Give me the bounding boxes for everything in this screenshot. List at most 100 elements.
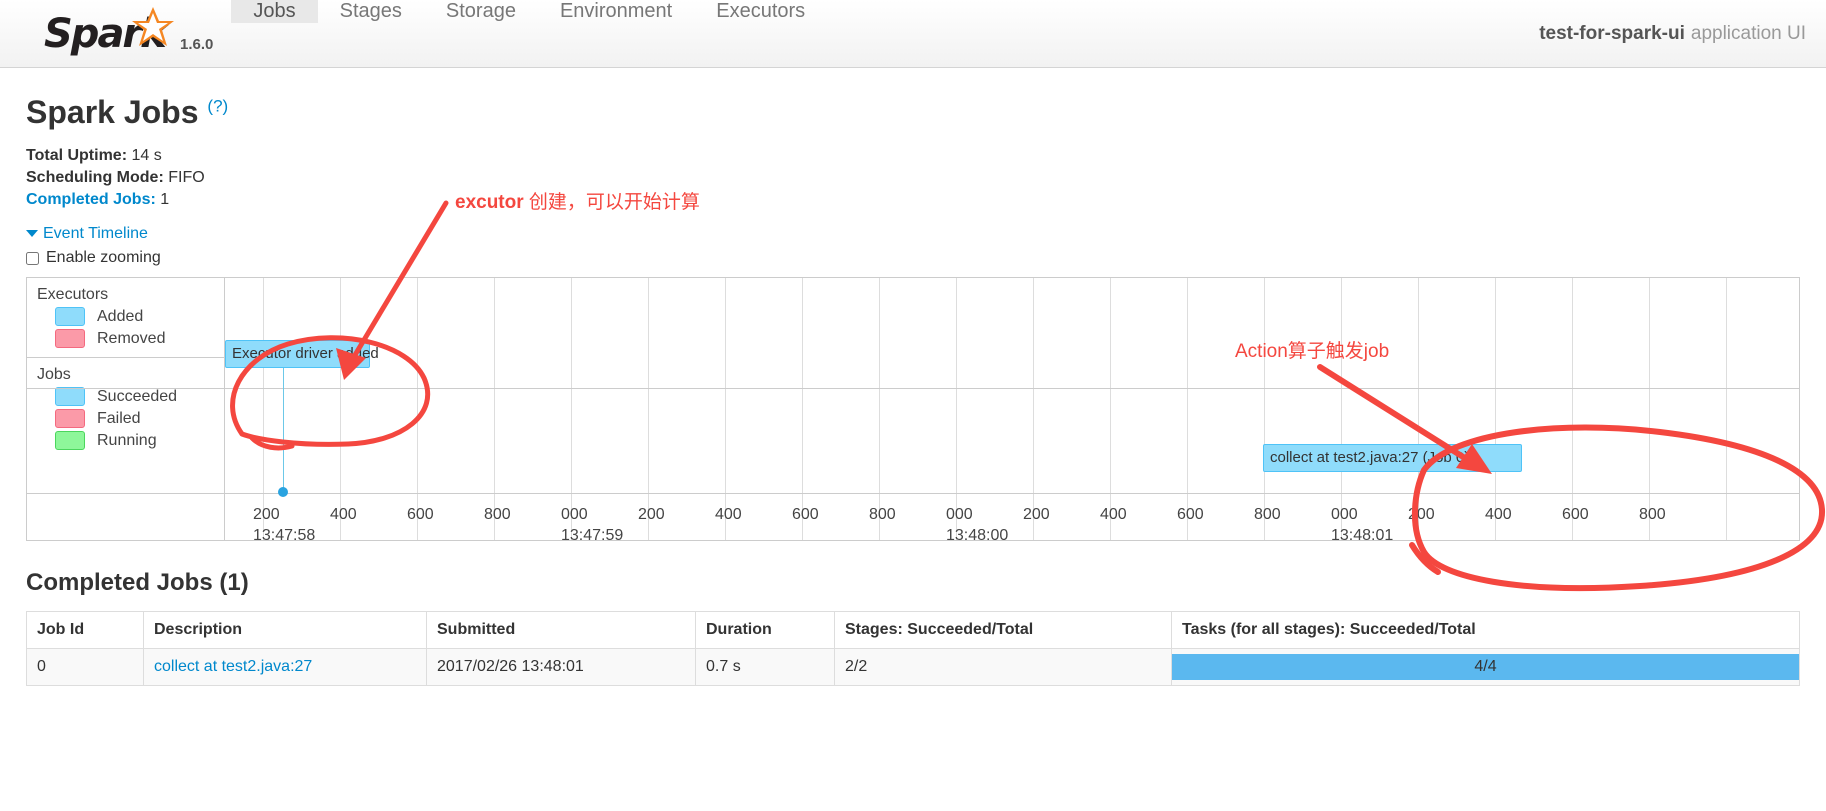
executor-event-stem	[283, 358, 284, 491]
page-title: Spark Jobs (?)	[26, 94, 1800, 131]
legend-item-succeeded: Succeeded	[55, 387, 224, 406]
spark-ui-page: Spark 1.6.0 Jobs Stages Storage Environm…	[0, 0, 1826, 811]
legend-item-added: Added	[55, 307, 224, 326]
legend-swatch-succeeded-icon	[55, 387, 85, 406]
timeline-tick-ms: 600	[792, 506, 819, 523]
timeline-tick: 600	[1177, 506, 1204, 524]
nav-tab-environment[interactable]: Environment	[538, 0, 694, 23]
event-timeline-toggle-label: Event Timeline	[43, 225, 148, 242]
nav-tab-executors[interactable]: Executors	[694, 0, 827, 23]
annotation-left-note-rest: 创建，可以开始计算	[523, 192, 700, 213]
timeline-tick: 200	[1408, 506, 1435, 524]
scheduling-mode-value: FIFO	[168, 169, 205, 186]
column-header-description[interactable]: Description	[143, 611, 427, 649]
spark-star-icon	[130, 5, 176, 54]
spark-logo-link[interactable]: Spark 1.6.0	[0, 0, 231, 67]
timeline-tick-ms: 200	[1408, 506, 1435, 523]
app-name-label: test-for-spark-ui application UI	[1539, 0, 1826, 67]
timeline-tick-ms: 200	[638, 506, 665, 523]
column-header-tasks[interactable]: Tasks (for all stages): Succeeded/Total	[1171, 611, 1800, 649]
timeline-tick-ms: 800	[484, 506, 511, 523]
timeline-tick-ms: 400	[1485, 506, 1512, 523]
cell-description: collect at test2.java:27	[143, 648, 427, 686]
legend-label-running: Running	[97, 431, 157, 449]
timeline-tick: 800	[484, 506, 511, 524]
total-uptime-value: 14 s	[131, 147, 162, 164]
completed-jobs-value: 1	[160, 191, 170, 208]
timeline-tick-ms: 800	[1639, 506, 1666, 523]
timeline-tick-ms: 400	[1100, 506, 1127, 523]
column-header-stages[interactable]: Stages: Succeeded/Total	[834, 611, 1172, 649]
completed-jobs-row: Completed Jobs: 1	[26, 189, 1800, 211]
legend-swatch-running-icon	[55, 431, 85, 450]
timeline-event-job-0[interactable]: collect at test2.java:27 (Job 0)	[1263, 444, 1522, 472]
timeline-tick: 600	[792, 506, 819, 524]
timeline-tick-ms: 200	[1023, 506, 1050, 523]
job-description-link[interactable]: collect at test2.java:27	[154, 658, 312, 675]
legend-executors-title: Executors	[37, 286, 109, 303]
nav-tab-storage[interactable]: Storage	[424, 0, 538, 23]
page-content: Spark Jobs (?) Total Uptime: 14 s Schedu…	[0, 94, 1826, 686]
timeline-event-executor-added-label: Executor driver added	[232, 345, 379, 362]
timeline-tick: 800	[1639, 506, 1666, 524]
enable-zooming-label: Enable zooming	[46, 249, 161, 266]
legend-swatch-added-icon	[55, 307, 85, 326]
timeline-tick: 600	[407, 506, 434, 524]
cell-tasks-progress: 4/4	[1171, 648, 1800, 686]
spark-logo: Spark	[44, 7, 176, 57]
scheduling-mode-row: Scheduling Mode: FIFO	[26, 167, 1800, 189]
timeline-tick-ms: 000	[946, 506, 973, 523]
timeline-legend: Executors Added Removed Jobs Succeeded F…	[27, 278, 225, 540]
annotation-left-note: excutor 创建，可以开始计算	[455, 187, 700, 214]
annotation-right-note: Action算子触发job	[1235, 336, 1389, 363]
timeline-tick-sec: 13:47:59	[561, 527, 624, 544]
legend-group-executors: Executors Added Removed	[27, 278, 224, 357]
timeline-tick: 400	[1100, 506, 1127, 524]
legend-label-added: Added	[97, 307, 144, 325]
nav-tab-jobs[interactable]: Jobs	[231, 0, 318, 23]
column-header-job-id[interactable]: Job Id	[26, 611, 144, 649]
legend-item-running: Running	[55, 431, 224, 450]
timeline-tick: 200 13:47:58	[253, 506, 315, 545]
total-uptime-row: Total Uptime: 14 s	[26, 145, 1800, 167]
timeline-event-executor-added[interactable]: Executor driver added	[225, 340, 379, 368]
nav-tab-stages[interactable]: Stages	[318, 0, 424, 23]
event-timeline-toggle[interactable]: Event Timeline	[26, 225, 148, 243]
table-row: 0 collect at test2.java:27 2017/02/26 13…	[26, 648, 1800, 686]
app-name-value: test-for-spark-ui	[1539, 22, 1685, 44]
column-header-submitted[interactable]: Submitted	[426, 611, 696, 649]
legend-item-removed: Removed	[55, 329, 224, 348]
timeline-tick: 000 13:48:00	[946, 506, 1008, 545]
timeline-tick: 400	[715, 506, 742, 524]
caret-down-icon	[26, 230, 38, 238]
completed-jobs-label[interactable]: Completed Jobs:	[26, 191, 156, 208]
timeline-tick: 000 13:48:01	[1331, 506, 1393, 545]
executor-event-dot	[278, 487, 288, 497]
timeline-tick-ms: 800	[1254, 506, 1281, 523]
legend-swatch-removed-icon	[55, 329, 85, 348]
scheduling-mode-label: Scheduling Mode:	[26, 169, 164, 186]
help-link-icon[interactable]: (?)	[207, 96, 228, 115]
cell-job-id: 0	[26, 648, 144, 686]
timeline-tick-ms: 400	[330, 506, 357, 523]
timeline-tick-sec: 13:47:58	[253, 527, 316, 544]
enable-zooming-row: Enable zooming	[26, 249, 1800, 267]
cell-duration: 0.7 s	[695, 648, 835, 686]
timeline-tick: 200	[1023, 506, 1050, 524]
timeline-tick-ms: 800	[869, 506, 896, 523]
legend-swatch-failed-icon	[55, 409, 85, 428]
timeline-tick: 600	[1562, 506, 1589, 524]
app-name-suffix: application UI	[1690, 22, 1806, 44]
column-header-duration[interactable]: Duration	[695, 611, 835, 649]
table-header-row: Job Id Description Submitted Duration St…	[26, 611, 1800, 649]
annotation-left-note-bold: excutor	[455, 192, 524, 213]
timeline-tick-ms: 200	[253, 506, 280, 523]
spark-version-label: 1.6.0	[180, 36, 214, 53]
page-title-text: Spark Jobs	[26, 94, 199, 130]
completed-jobs-section-title: Completed Jobs (1)	[26, 569, 249, 596]
timeline-tick-ms: 600	[407, 506, 434, 523]
nav-tab-list: Jobs Stages Storage Environment Executor…	[231, 0, 827, 67]
timeline-tick: 200	[638, 506, 665, 524]
event-timeline-chart[interactable]: Executors Added Removed Jobs Succeeded F…	[26, 277, 1800, 544]
enable-zooming-checkbox[interactable]	[26, 251, 39, 265]
